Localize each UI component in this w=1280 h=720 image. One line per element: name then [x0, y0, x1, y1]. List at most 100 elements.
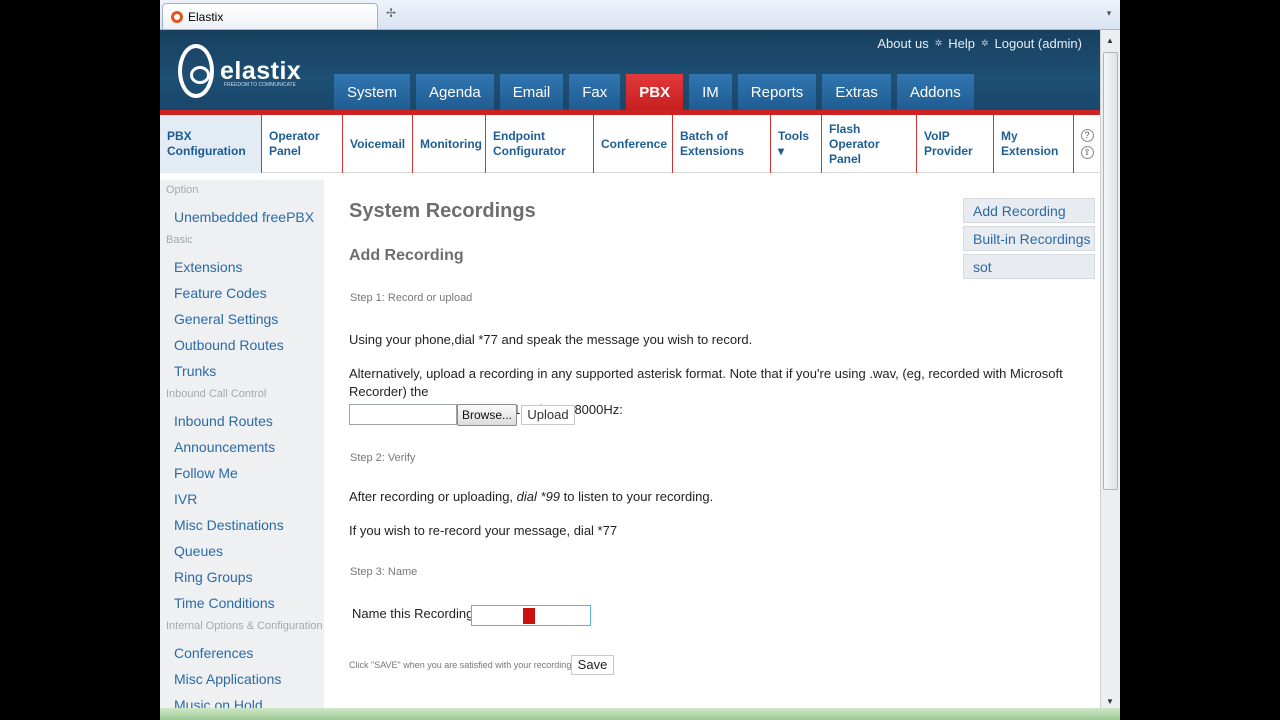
scroll-up-icon[interactable]: ⇧	[1080, 145, 1094, 159]
scroll-up-arrow-icon[interactable]: ▲	[1106, 36, 1114, 45]
sidebar-item-ivr[interactable]: IVR	[160, 486, 324, 512]
tab-addons[interactable]: Addons	[896, 74, 974, 110]
submenu-label: Extension	[1001, 144, 1059, 158]
vertical-scrollbar[interactable]: ▲ ▼	[1100, 30, 1120, 710]
tab-email[interactable]: Email	[499, 74, 564, 110]
top-links: About us ✲ Help ✲ Logout (admin)	[877, 36, 1082, 51]
sidebar-item-extensions[interactable]: Extensions	[160, 254, 324, 280]
sidebar-item-queues[interactable]: Queues	[160, 538, 324, 564]
pbx-submenu: PBX Configuration Operator Panel Voicemail…	[160, 115, 1100, 173]
tab-reports[interactable]: Reports	[737, 74, 817, 110]
submenu-label: Endpoint	[493, 129, 545, 143]
new-tab-icon[interactable]: ✢	[380, 6, 402, 26]
logout-link[interactable]: Logout (admin)	[995, 36, 1082, 51]
sidebar-item-inbound-routes[interactable]: Inbound Routes	[160, 408, 324, 434]
tab-pbx[interactable]: PBX	[626, 74, 684, 110]
submenu-tools[interactable]: Tools ▾	[771, 115, 822, 173]
status-bar	[160, 708, 1120, 720]
tab-fax[interactable]: Fax	[569, 74, 621, 110]
submenu-label: PBX	[167, 129, 192, 143]
sidebar-item-trunks[interactable]: Trunks	[160, 358, 324, 384]
about-us-link[interactable]: About us	[877, 36, 928, 51]
browser-tab[interactable]: Elastix	[162, 3, 378, 29]
verify-text: to listen to your recording.	[560, 489, 714, 504]
sidebar-item-outbound-routes[interactable]: Outbound Routes	[160, 332, 324, 358]
browser-tab-strip: Elastix ✢ ▾	[160, 0, 1120, 30]
elastix-favicon-icon	[171, 10, 183, 23]
submenu-icons: ? ⇧	[1074, 115, 1100, 172]
submenu-operator-panel[interactable]: Operator Panel	[262, 115, 343, 173]
submenu-batch-of-extensions[interactable]: Batch of Extensions	[673, 115, 771, 173]
sidebar-item-announcements[interactable]: Announcements	[160, 434, 324, 460]
submenu-label: Conference	[601, 136, 668, 151]
step-1-label: Step 1: Record or upload	[350, 292, 473, 304]
submenu-label: Tools	[778, 129, 810, 143]
sidebar-item-ring-groups[interactable]: Ring Groups	[160, 564, 324, 590]
scroll-down-arrow-icon[interactable]: ▼	[1106, 697, 1114, 706]
sidebar-item-misc-applications[interactable]: Misc Applications	[160, 666, 324, 692]
elastix-logo-icon	[178, 44, 214, 98]
save-button[interactable]: Save	[571, 655, 614, 675]
page-title: System Recordings	[349, 200, 536, 222]
browser-window: Elastix ✢ ▾ elastix FREEDOM TO COMMUNICA…	[160, 0, 1120, 720]
help-link[interactable]: Help	[948, 36, 975, 51]
submenu-label: Batch of	[680, 129, 728, 143]
submenu-label: My	[1001, 129, 1018, 143]
chevron-down-icon: ▾	[778, 144, 785, 158]
link-separator-icon: ✲	[981, 38, 989, 48]
verify-instructions: After recording or uploading, dial *99 t…	[349, 488, 713, 506]
sidebar-item-time-conditions[interactable]: Time Conditions	[160, 590, 324, 616]
sidebar-item-unembedded-freepbx[interactable]: Unembedded freePBX	[160, 204, 324, 230]
scrollbar-thumb[interactable]	[1103, 52, 1118, 490]
sidebar-item-follow-me[interactable]: Follow Me	[160, 460, 324, 486]
rerecord-instructions: If you wish to re-record your message, d…	[349, 523, 618, 538]
submenu-voip-provider[interactable]: VoIP Provider	[917, 115, 994, 173]
submenu-label: Monitoring	[420, 136, 482, 151]
add-recording-link[interactable]: Add Recording	[963, 198, 1095, 223]
browse-button[interactable]: Browse...	[457, 404, 517, 426]
tab-extras[interactable]: Extras	[822, 74, 891, 110]
sidebar-heading: Internal Options & Configuration	[166, 620, 323, 632]
save-hint: Click "SAVE" when you are satisfied with…	[349, 660, 572, 670]
submenu-endpoint-configurator[interactable]: Endpoint Configurator	[486, 115, 594, 173]
submenu-my-extension[interactable]: My Extension	[994, 115, 1074, 173]
name-recording-label: Name this Recording:	[352, 606, 477, 621]
tab-menu-icon[interactable]: ▾	[1102, 8, 1116, 22]
submenu-label: Flash	[829, 121, 861, 136]
recording-sot-link[interactable]: sot	[963, 254, 1095, 279]
tab-system[interactable]: System	[334, 74, 411, 110]
submenu-label: Configurator	[493, 144, 566, 158]
sidebar-item-misc-destinations[interactable]: Misc Destinations	[160, 512, 324, 538]
built-in-recordings-link[interactable]: Built-in Recordings	[963, 226, 1095, 251]
section-title: Add Recording	[349, 247, 464, 264]
sidebar-item-conferences[interactable]: Conferences	[160, 640, 324, 666]
submenu-label: Panel	[829, 151, 862, 166]
sidebar-item-general-settings[interactable]: General Settings	[160, 306, 324, 332]
submenu-label: VoIP	[924, 129, 950, 143]
record-instructions: Using your phone,dial *77 and speak the …	[349, 332, 753, 347]
submenu-label: Extensions	[680, 144, 745, 158]
tab-im[interactable]: IM	[689, 74, 732, 110]
sidebar-heading: Option	[166, 184, 199, 196]
upload-button[interactable]: Upload	[521, 405, 575, 425]
upload-instructions-line1: Alternatively, upload a recording in any…	[349, 366, 1063, 399]
submenu-conference[interactable]: Conference	[594, 115, 673, 173]
submenu-pbx-configuration[interactable]: PBX Configuration	[160, 115, 262, 173]
submenu-label: Operator	[269, 129, 320, 143]
sidebar-item-feature-codes[interactable]: Feature Codes	[160, 280, 324, 306]
file-path-field[interactable]	[349, 404, 457, 425]
logo-tagline: FREEDOM TO COMMUNICATE	[224, 82, 296, 88]
submenu-monitoring[interactable]: Monitoring	[413, 115, 486, 173]
tab-agenda[interactable]: Agenda	[416, 74, 494, 110]
browser-tab-title: Elastix	[188, 9, 224, 24]
sidebar: Option Unembedded freePBX Basic Extensio…	[160, 180, 324, 710]
app-header: elastix FREEDOM TO COMMUNICATE About us …	[160, 30, 1100, 110]
submenu-label: Panel	[269, 144, 302, 158]
elastix-logo[interactable]: elastix FREEDOM TO COMMUNICATE	[178, 44, 301, 98]
submenu-voicemail[interactable]: Voicemail	[343, 115, 413, 173]
submenu-flash-operator-panel[interactable]: Flash Operator Panel	[822, 115, 917, 173]
verify-dial-text: dial *99	[516, 489, 561, 504]
submenu-label: Operator	[829, 136, 880, 151]
help-icon[interactable]: ?	[1080, 128, 1094, 142]
main-content: System Recordings Add Recording Step 1: …	[349, 180, 1099, 710]
